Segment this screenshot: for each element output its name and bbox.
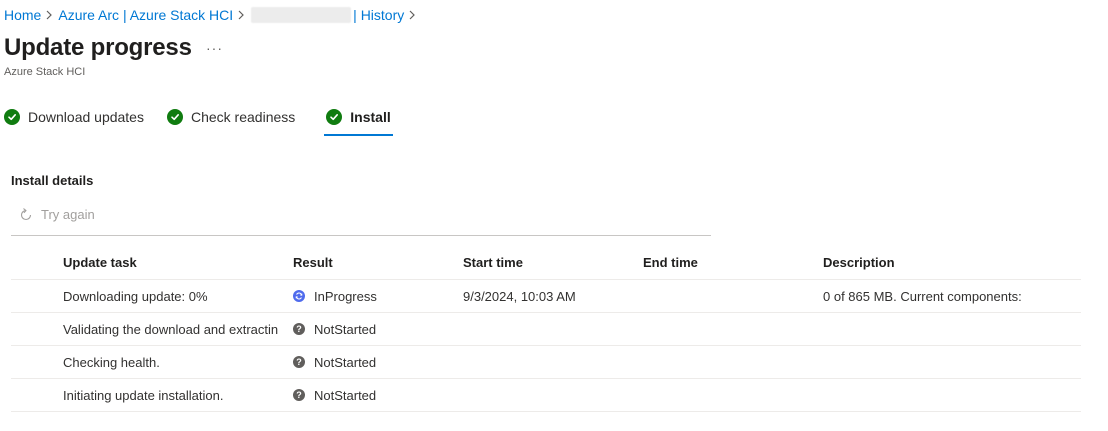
start-time-cell [463,379,633,411]
result-cell: ? NotStarted [293,313,453,345]
column-header-update-task[interactable]: Update task [63,245,281,279]
breadcrumb: Home Azure Arc | Azure Stack HCI | Histo… [4,6,421,24]
end-time-cell [643,280,813,312]
end-time-cell [643,313,813,345]
table-row[interactable]: Checking health. ? NotStarted [11,346,1081,379]
table-row[interactable]: Initiating update installation. ? NotSta… [11,379,1081,412]
not-started-icon: ? [293,356,305,368]
table-row[interactable]: Downloading update: 0% InProgress 9/3/20… [11,280,1081,313]
column-header-start-time[interactable]: Start time [463,245,633,279]
result-cell: InProgress [293,280,453,312]
in-progress-icon [293,290,305,302]
not-started-icon: ? [293,323,305,335]
not-started-icon: ? [293,389,305,401]
breadcrumb-history[interactable]: | History [353,7,404,23]
description-cell [823,379,1081,411]
update-tasks-table: Update task Result Start time End time D… [11,245,1081,412]
end-time-cell [643,379,813,411]
result-label: NotStarted [314,354,377,370]
table-row[interactable]: Validating the download and extractin ? … [11,313,1081,346]
step-label: Install [350,109,391,125]
step-download-updates[interactable]: Download updates [4,104,144,130]
update-task-cell: Validating the download and extractin [63,321,279,337]
result-label: NotStarted [314,387,377,403]
chevron-right-icon [46,10,53,20]
toolbar: Try again [11,205,711,236]
page-title: Update progress [4,34,192,61]
chevron-right-icon [409,10,416,20]
step-check-readiness[interactable]: Check readiness [166,104,296,130]
checkmark-circle-icon [4,109,20,125]
breadcrumb-home[interactable]: Home [4,7,41,23]
refresh-icon [19,207,41,222]
column-header-end-time[interactable]: End time [643,245,813,279]
end-time-cell [643,346,813,378]
checkmark-circle-icon [166,109,183,125]
result-label: InProgress [314,288,377,304]
step-install[interactable]: Install [324,104,394,136]
page-subtitle: Azure Stack HCI [4,66,86,78]
breadcrumb-azure-arc[interactable]: Azure Arc | Azure Stack HCI [58,7,233,23]
description-cell: 0 of 865 MB. Current components: [823,288,1022,304]
start-time-cell: 9/3/2024, 10:03 AM [463,288,576,304]
table-header-row: Update task Result Start time End time D… [11,245,1081,280]
result-cell: ? NotStarted [293,346,453,378]
breadcrumb-redacted-resource[interactable] [251,7,352,23]
progress-steps: Download updates Check readiness Install [4,104,415,136]
start-time-cell [463,313,633,345]
try-again-label: Try again [41,207,95,222]
description-cell [823,313,1081,345]
description-cell [823,346,1081,378]
update-task-cell: Initiating update installation. [63,387,224,403]
start-time-cell [463,346,633,378]
step-label: Check readiness [190,109,296,125]
try-again-button[interactable]: Try again [19,207,95,222]
result-label: NotStarted [314,321,377,337]
step-label: Download updates [28,109,144,125]
checkmark-circle-icon [326,109,343,125]
more-options-button[interactable]: ··· [206,40,223,56]
install-details-title: Install details [11,173,94,188]
result-cell: ? NotStarted [293,379,453,411]
chevron-right-icon [238,10,245,20]
update-task-cell: Checking health. [63,354,160,370]
column-header-description[interactable]: Description [823,245,1081,279]
column-header-result[interactable]: Result [293,245,453,279]
update-task-cell: Downloading update: 0% [63,288,208,304]
